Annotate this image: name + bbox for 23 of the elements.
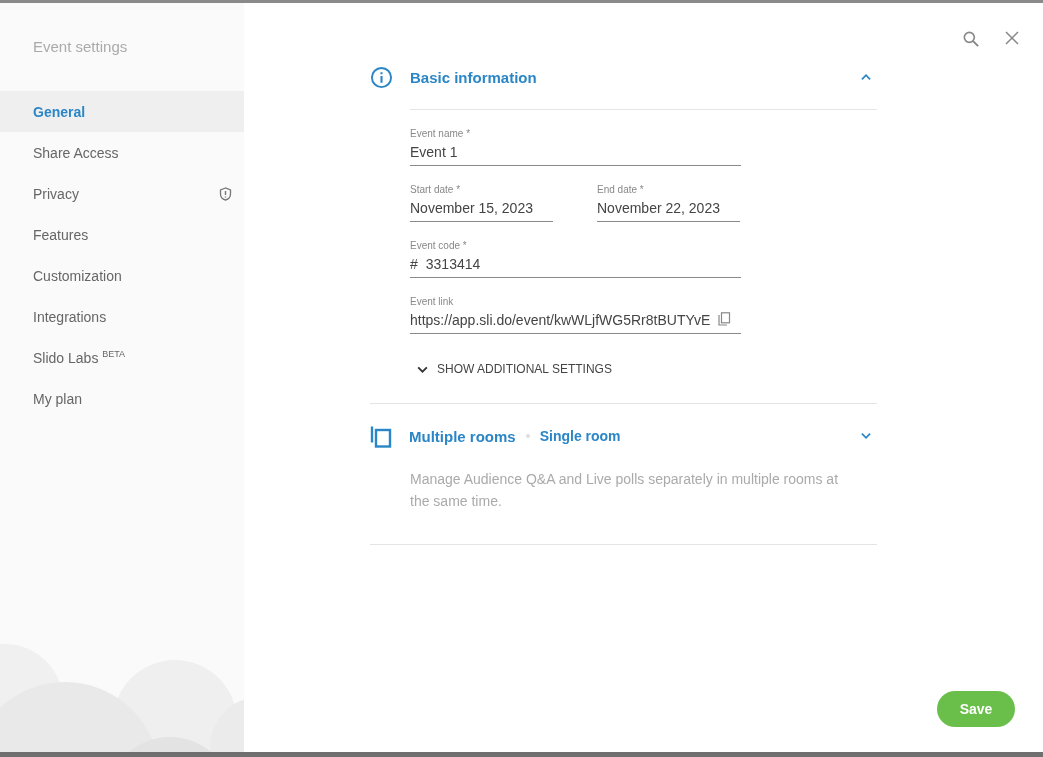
show-additional-settings-button[interactable]: SHOW ADDITIONAL SETTINGS bbox=[410, 362, 612, 376]
sidebar-item[interactable]: Privacy bbox=[0, 173, 244, 214]
text-field[interactable]: Start date * November 15, 2023 bbox=[410, 184, 553, 222]
sidebar-item[interactable]: Share Access bbox=[0, 132, 244, 173]
text-field[interactable]: Event name * Event 1 bbox=[410, 128, 741, 166]
section-description: Manage Audience Q&A and Live polls separately in multiple rooms at the same time. bbox=[410, 470, 840, 511]
sidebar-item[interactable]: Slido Labs $^{BETA}$ bbox=[0, 337, 244, 378]
section-status: Single room bbox=[539, 428, 621, 444]
search-button[interactable] bbox=[961, 29, 981, 49]
text-field[interactable]: End date * November 22, 2023 bbox=[597, 184, 740, 222]
copy-icon bbox=[370, 424, 392, 448]
info-icon bbox=[370, 65, 393, 89]
sidebar-item[interactable]: General bbox=[0, 91, 244, 132]
sidebar-item[interactable]: My plan bbox=[0, 378, 244, 419]
sidebar-title: Event settings bbox=[32, 37, 129, 57]
text-field[interactable]: Event link https://app.sli.do/event/kwWLjfWG5Rr8tBUTYvE bbox=[410, 296, 741, 334]
copy-icon[interactable] bbox=[718, 312, 731, 326]
text-field[interactable]: Event code * # 3313414 bbox=[410, 240, 741, 278]
section-title: Basic information bbox=[410, 68, 537, 86]
sidebar-item[interactable]: Integrations bbox=[0, 296, 244, 337]
sidebar-item[interactable]: Customization bbox=[0, 255, 244, 296]
section-title: Multiple rooms bbox=[409, 427, 516, 445]
sidebar-item[interactable]: Features bbox=[0, 214, 244, 255]
